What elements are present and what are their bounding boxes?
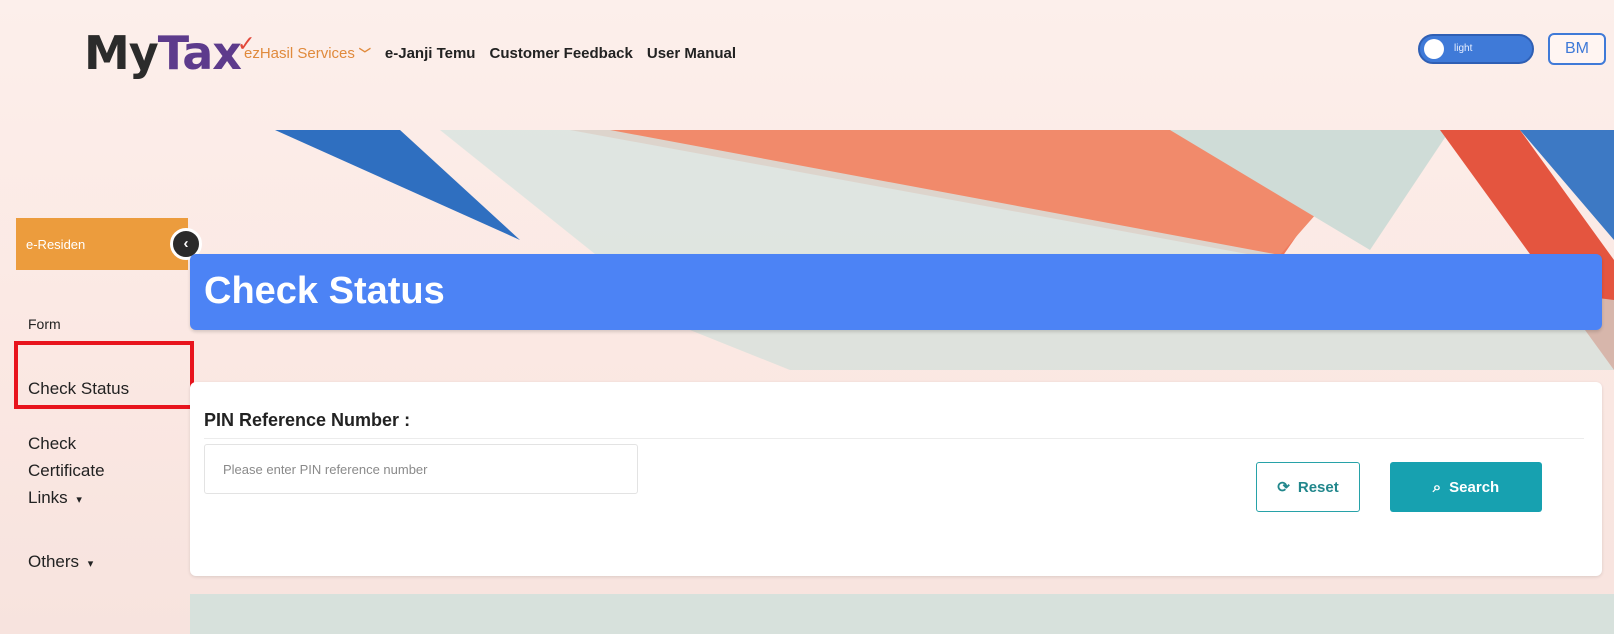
pin-reference-label: PIN Reference Number : — [204, 410, 411, 430]
search-button[interactable]: ⌕ Search — [1390, 462, 1542, 512]
page-title: Check Status — [204, 270, 445, 312]
top-header: MyTax✓ ezHasil Services ﹀ e-Janji Temu Cu… — [0, 0, 1614, 100]
search-button-label: Search — [1449, 478, 1500, 496]
caret-down-icon: ▾ — [76, 494, 82, 506]
pin-reference-input[interactable] — [204, 444, 638, 494]
nav-customer-feedback[interactable]: Customer Feedback — [489, 45, 632, 62]
refresh-icon: ⟳ — [1277, 479, 1290, 496]
page: MyTax✓ ezHasil Services ﹀ e-Janji Temu Cu… — [0, 0, 1614, 634]
footer-band — [190, 594, 1614, 634]
top-nav: ezHasil Services ﹀ e-Janji Temu Customer … — [244, 45, 736, 62]
reset-button-label: Reset — [1297, 479, 1339, 496]
theme-toggle-label: light — [1454, 43, 1473, 54]
search-form-card: PIN Reference Number : ⟳ Reset ⌕ Search — [190, 382, 1602, 576]
sidebar-item-links[interactable]: Links ▾ — [28, 484, 148, 514]
page-title-bar: Check Status — [190, 254, 1602, 330]
sidebar-item-check-certificate[interactable]: Check Certificate — [28, 430, 148, 484]
sidebar-item-form[interactable]: Form — [28, 316, 61, 332]
nav-ezhasil-services[interactable]: ezHasil Services ﹀ — [244, 45, 371, 62]
mytax-logo[interactable]: MyTax✓ — [84, 26, 258, 80]
toggle-knob — [1424, 39, 1444, 59]
divider — [204, 438, 1584, 439]
sidebar-item-e-residen[interactable]: e-Residen — [16, 218, 188, 270]
search-icon: ⌕ — [1432, 478, 1442, 496]
logo-my-text: My — [84, 26, 159, 80]
sidebar-item-label: e-Residen — [26, 237, 86, 252]
nav-e-janji-temu[interactable]: e-Janji Temu — [385, 45, 476, 62]
caret-down-icon: ▾ — [87, 558, 94, 570]
chevron-down-icon: ﹀ — [358, 47, 371, 61]
language-button[interactable]: BM — [1548, 33, 1606, 65]
logo-tax-text: Tax — [157, 26, 242, 80]
theme-toggle[interactable]: light — [1418, 34, 1534, 64]
highlight-box — [14, 341, 194, 409]
reset-button[interactable]: ⟳ Reset — [1256, 462, 1360, 512]
decorative-banner — [275, 130, 1614, 370]
sidebar-group-cert-links: Check Certificate Links ▾ — [28, 430, 148, 514]
nav-user-manual[interactable]: User Manual — [647, 45, 736, 62]
sidebar-item-others[interactable]: Others ▾ — [28, 552, 93, 572]
